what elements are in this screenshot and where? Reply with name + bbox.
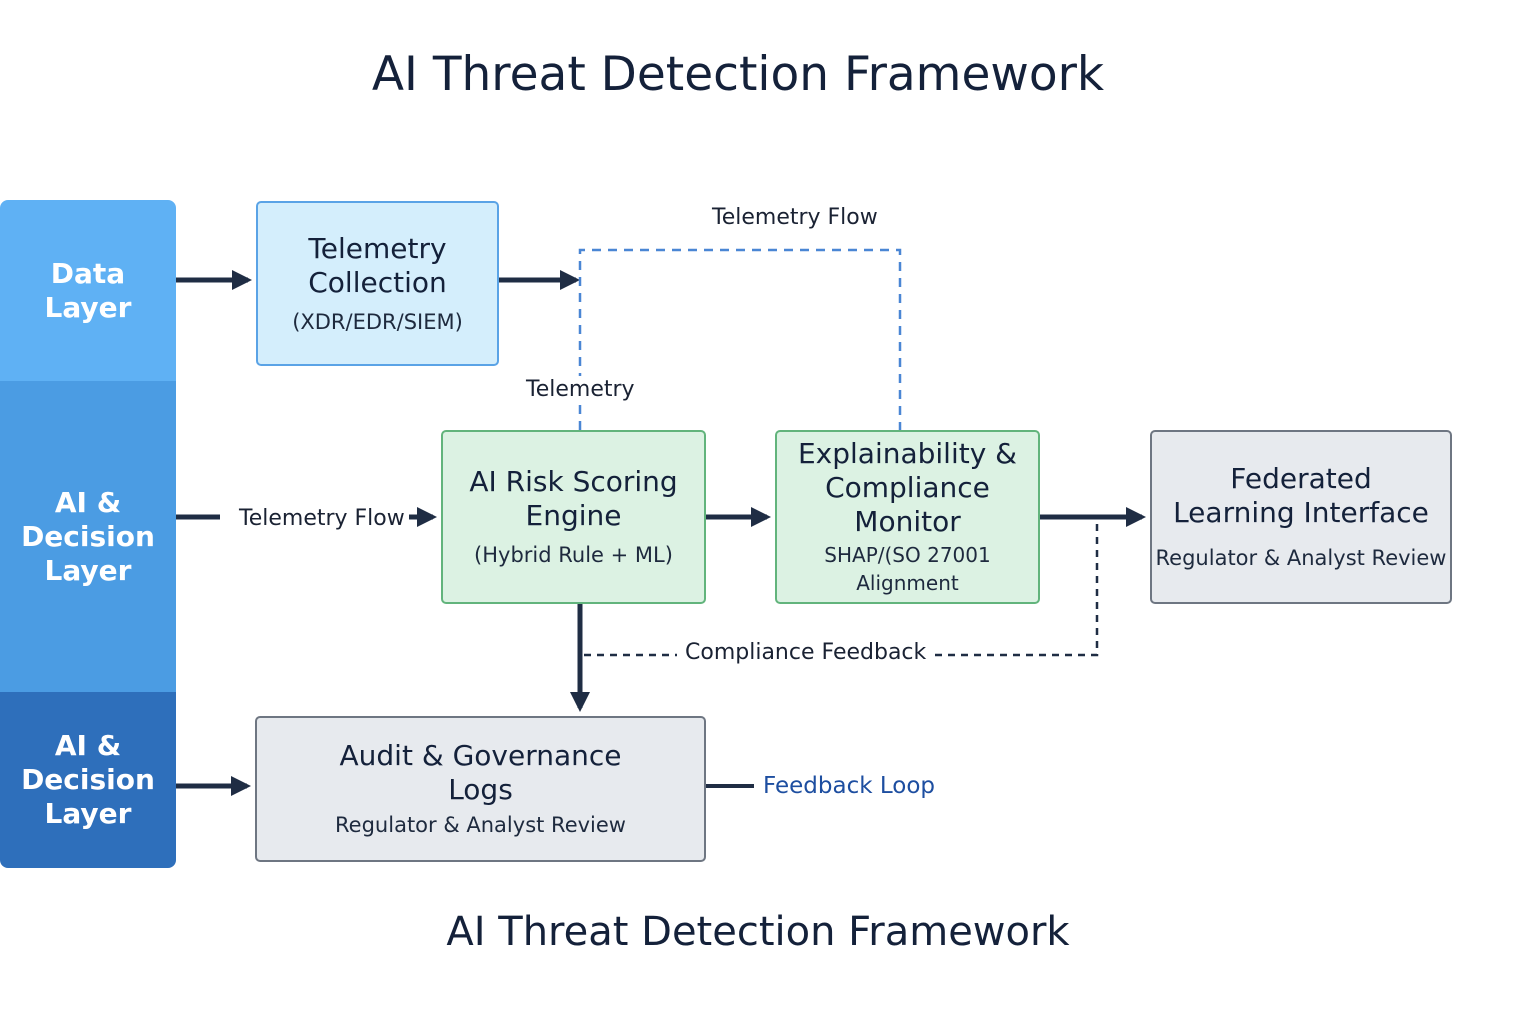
box-subtitle: Regulator & Analyst Review <box>335 813 626 837</box>
telemetry-collection-box: Telemetry Collection (XDR/EDR/SIEM) <box>256 201 499 366</box>
federated-learning-interface-box: Federated Learning Interface Regulator &… <box>1150 430 1452 604</box>
ai-risk-scoring-engine-box: AI Risk Scoring Engine (Hybrid Rule + ML… <box>441 430 706 604</box>
box-subtitle: Regulator & Analyst Review <box>1155 546 1447 570</box>
compliance-feedback-label: Compliance Feedback <box>677 639 935 667</box>
box-title: Federated Learning Interface <box>1173 462 1429 529</box>
audit-governance-logs-box: Audit & Governance Logs Regulator & Anal… <box>255 716 706 862</box>
footer-title: AI Threat Detection Framework <box>446 909 1070 955</box>
box-title: Telemetry Collection <box>308 231 447 299</box>
telemetry-flow-label-top: Telemetry Flow <box>706 204 884 232</box>
telemetry-label: Telemetry <box>520 376 641 404</box>
box-title: AI Risk Scoring Engine <box>469 465 678 532</box>
box-subtitle: SHAP/(SO 27001 Alignment <box>824 543 991 595</box>
box-title: Audit & Governance Logs <box>339 739 622 806</box>
box-subtitle: (Hybrid Rule + ML) <box>474 543 673 567</box>
box-subtitle: (XDR/EDR/SIEM) <box>292 309 463 334</box>
explainability-compliance-monitor-box: Explainability & Compliance Monitor SHAP… <box>775 430 1040 604</box>
box-title: Explainability & Compliance Monitor <box>797 437 1018 538</box>
feedback-loop-label: Feedback Loop <box>763 773 935 799</box>
telemetry-flow-label-left: Telemetry Flow <box>235 505 409 533</box>
